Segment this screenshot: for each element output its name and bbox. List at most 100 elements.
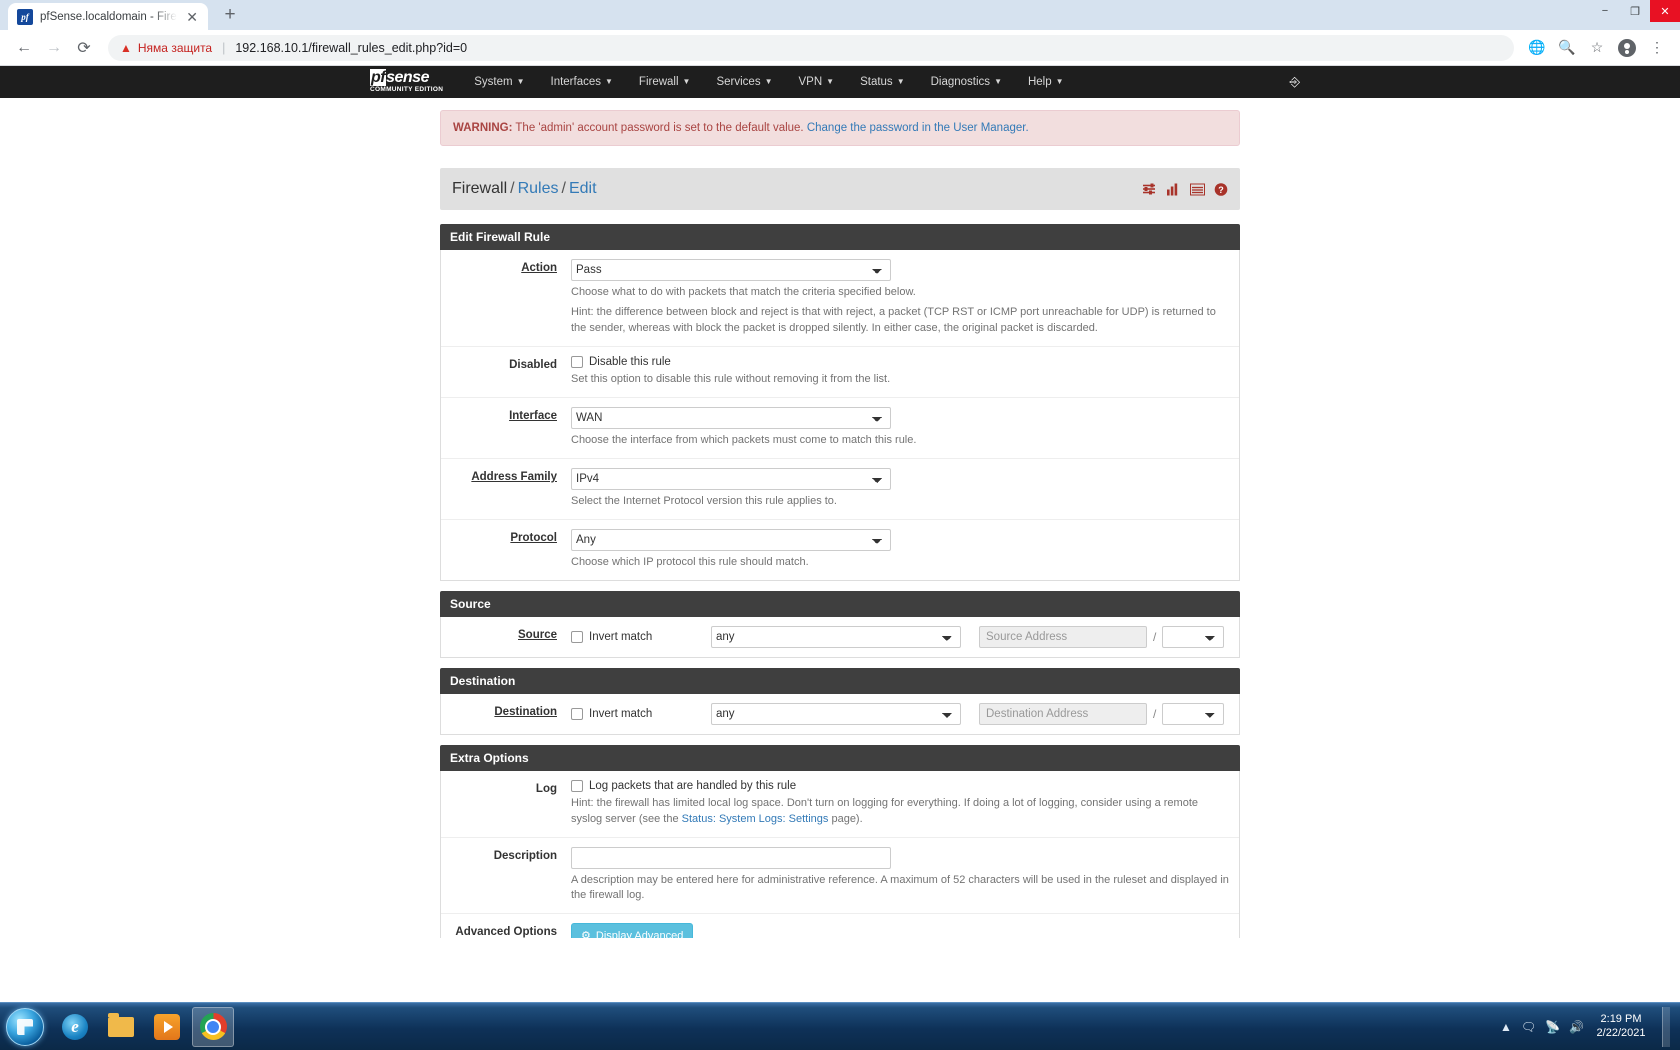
nav-item-firewall[interactable]: Firewall ▼ [626, 70, 704, 94]
destination-type-select[interactable]: any [711, 702, 961, 725]
chevron-down-icon: ▼ [682, 77, 691, 87]
breadcrumb-rules-link[interactable]: Rules [518, 180, 559, 197]
nav-item-help[interactable]: Help ▼ [1015, 70, 1077, 94]
source-type-select[interactable]: any [711, 625, 961, 648]
field-row-description: Description A description may be entered… [441, 838, 1239, 915]
extra-options-panel: Extra Options Log Log packets that are h… [440, 744, 1240, 938]
log-packets-checkbox[interactable] [571, 779, 583, 792]
source-address-input[interactable] [979, 625, 1147, 648]
start-orb-icon [6, 1007, 44, 1046]
log-packets-label: Log packets that are handled by this rul… [589, 779, 797, 792]
change-password-link[interactable]: Change the password in the User Manager. [807, 122, 1029, 134]
network-icon[interactable]: 📡 [1545, 1020, 1560, 1034]
start-button[interactable] [2, 1005, 48, 1049]
taskbar-item-media-player[interactable] [146, 1007, 188, 1047]
warning-prefix: WARNING: [453, 122, 513, 134]
maximize-button[interactable]: ❐ [1620, 0, 1650, 22]
address-family-select[interactable]: IPv4 [571, 467, 891, 490]
back-icon[interactable]: ← [10, 34, 38, 62]
pfsense-menu: System ▼ Interfaces ▼ Firewall ▼ Services ▼ … [461, 70, 1076, 94]
help-disabled: Set this option to disable this rule wit… [571, 372, 891, 385]
taskbar-item-internet-explorer[interactable] [54, 1007, 96, 1047]
source-cidr-select[interactable] [1162, 625, 1225, 648]
nav-item-status[interactable]: Status ▼ [847, 70, 918, 94]
nav-label: Firewall [638, 76, 679, 88]
source-invert-checkbox[interactable] [571, 630, 583, 643]
page-viewport: pfsense COMMUNITY EDITION System ▼ Interf… [0, 66, 1680, 938]
window-close-button[interactable]: ✕ [1650, 0, 1680, 22]
admin-password-warning: WARNING: The 'admin' account password is… [440, 110, 1240, 147]
help-circle-icon[interactable]: ? [1214, 183, 1228, 196]
clock-date: 2/22/2021 [1596, 1026, 1646, 1039]
help-log-pre: Hint: the firewall has limited local log… [571, 796, 1199, 825]
show-hidden-icons-icon[interactable]: ▲ [1500, 1020, 1512, 1034]
google-chrome-icon [199, 1013, 227, 1040]
chevron-down-icon: ▼ [826, 77, 835, 87]
taskbar-item-google-chrome[interactable] [192, 1006, 234, 1047]
system-logs-settings-link[interactable]: Status: System Logs: Settings [682, 813, 829, 825]
help-action-1: Choose what to do with packets that matc… [571, 286, 916, 299]
browser-window: pf pfSense.localdomain - Firewall: R ✕ +… [0, 0, 1680, 1050]
source-panel: Source Source Invert match any Source Ad… [440, 590, 1240, 658]
nav-item-interfaces[interactable]: Interfaces ▼ [538, 70, 626, 94]
taskbar-clock[interactable]: 2:19 PM 2/22/2021 [1593, 1013, 1649, 1041]
security-status-text: Няма защита [137, 40, 213, 55]
omnibox-divider: | [222, 40, 226, 55]
destination-slash: / [1153, 706, 1157, 721]
breadcrumb-edit-link[interactable]: Edit [569, 180, 597, 197]
browser-tab[interactable]: pf pfSense.localdomain - Firewall: R ✕ [8, 3, 208, 30]
interface-select[interactable]: WAN [571, 406, 891, 429]
chart-bar-icon[interactable] [1166, 183, 1180, 196]
address-bar[interactable]: ▲ Няма защита | 192.168.10.1/firewall_ru… [108, 34, 1514, 61]
nav-label: System [474, 76, 513, 88]
nav-item-system[interactable]: System ▼ [461, 70, 537, 94]
show-desktop-button[interactable] [1662, 1006, 1670, 1047]
destination-cidr-select[interactable] [1162, 702, 1225, 725]
volume-icon[interactable]: 🔊 [1569, 1020, 1584, 1034]
action-center-icon[interactable]: 🗨 [1521, 1020, 1536, 1034]
profile-avatar-icon[interactable] [1614, 35, 1640, 61]
toolbar-actions: 🌐 🔍 ☆ ⋮ [1524, 35, 1670, 61]
chevron-down-icon: ▼ [605, 77, 613, 87]
pfsense-logo[interactable]: pfsense COMMUNITY EDITION [370, 69, 443, 94]
label-interface: Interface [509, 409, 557, 422]
help-address-family: Select the Internet Protocol version thi… [571, 494, 837, 507]
windows-taskbar: ▲ 🗨 📡 🔊 2:19 PM 2/22/2021 [0, 1002, 1680, 1050]
logo-sense-text: sense [386, 69, 429, 87]
label-disabled: Disabled [509, 358, 557, 371]
taskbar-item-file-explorer[interactable] [100, 1007, 142, 1047]
nav-label: Status [860, 76, 893, 88]
internet-explorer-icon [62, 1013, 88, 1040]
nav-item-vpn[interactable]: VPN ▼ [786, 70, 848, 94]
media-player-icon [154, 1013, 180, 1040]
chevron-down-icon: ▼ [516, 77, 525, 87]
panel-title-extra-options: Extra Options [440, 744, 1240, 771]
sliders-icon[interactable] [1142, 183, 1156, 196]
minimize-button[interactable]: − [1590, 0, 1620, 22]
nav-item-services[interactable]: Services ▼ [703, 70, 785, 94]
zoom-icon[interactable]: 🔍 [1554, 35, 1580, 61]
new-tab-button[interactable]: + [216, 1, 244, 29]
destination-invert-checkbox[interactable] [571, 707, 583, 720]
tab-strip: pf pfSense.localdomain - Firewall: R ✕ +… [0, 0, 1680, 30]
nav-item-diagnostics[interactable]: Diagnostics ▼ [918, 70, 1015, 94]
field-row-address-family: Address Family IPv4 Select the Internet … [441, 459, 1239, 520]
disable-rule-checkbox[interactable] [571, 355, 583, 368]
reload-icon[interactable]: ⟳ [70, 34, 98, 62]
display-advanced-button[interactable]: ⚙ Display Advanced [571, 923, 694, 938]
forward-icon[interactable]: → [40, 34, 68, 62]
nav-label: Interfaces [550, 76, 602, 88]
bookmark-star-icon[interactable]: ☆ [1584, 35, 1610, 61]
close-icon[interactable]: ✕ [184, 10, 200, 24]
destination-address-input[interactable] [979, 702, 1147, 725]
action-select[interactable]: Pass [571, 259, 891, 282]
clock-time: 2:19 PM [1600, 1012, 1642, 1025]
menu-kebab-icon[interactable]: ⋮ [1644, 35, 1670, 61]
description-input[interactable] [571, 846, 891, 869]
help-log: Hint: the firewall has limited local log… [571, 796, 1229, 828]
protocol-select[interactable]: Any [571, 528, 891, 551]
list-icon[interactable] [1190, 183, 1205, 196]
translate-icon[interactable]: 🌐 [1524, 35, 1550, 61]
logout-icon[interactable]: ⎆ [1290, 74, 1300, 90]
destination-panel: Destination Destination Invert match any… [440, 667, 1240, 735]
